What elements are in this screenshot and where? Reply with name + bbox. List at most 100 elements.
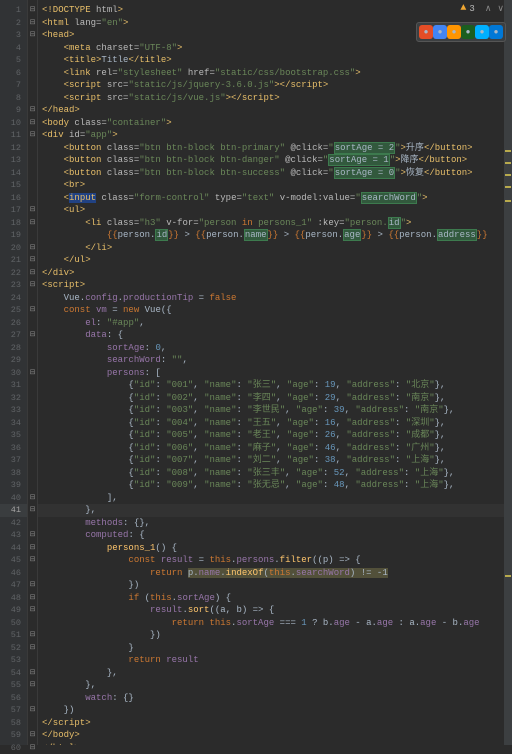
code-line[interactable]: {"id": "004", "name": "王五", "age": 16, "… <box>38 417 512 430</box>
code-line[interactable]: data: { <box>38 329 512 342</box>
fold-toggle-icon[interactable]: ⊟ <box>28 117 37 130</box>
code-line[interactable]: watch: {} <box>38 692 512 705</box>
line-number[interactable]: 29 <box>0 354 27 367</box>
line-number[interactable]: 12 <box>0 142 27 155</box>
line-number[interactable]: 30 <box>0 367 27 380</box>
scrollbar-marker[interactable] <box>505 150 511 152</box>
line-number[interactable]: 59 <box>0 729 27 742</box>
line-number[interactable]: 39 <box>0 479 27 492</box>
scrollbar-marker[interactable] <box>505 200 511 202</box>
line-number[interactable]: 60 <box>0 742 27 754</box>
fold-toggle-icon[interactable]: ⊟ <box>28 554 37 567</box>
line-number[interactable]: 44 <box>0 542 27 555</box>
code-line[interactable]: {"id": "003", "name": "李世民", "age": 39, … <box>38 404 512 417</box>
nav-down-icon[interactable]: ∨ <box>495 4 506 14</box>
line-number[interactable]: 50 <box>0 617 27 630</box>
line-number[interactable]: 40 <box>0 492 27 505</box>
code-content-area[interactable]: <!DOCTYPE html><html lang="en"><head> <m… <box>38 0 512 745</box>
code-line[interactable]: <script> <box>38 279 512 292</box>
line-number[interactable]: 55 <box>0 679 27 692</box>
code-line[interactable]: computed: { <box>38 529 512 542</box>
line-number[interactable]: 6 <box>0 67 27 80</box>
scrollbar-marker[interactable] <box>505 162 511 164</box>
code-line[interactable]: {"id": "005", "name": "老王", "age": 26, "… <box>38 429 512 442</box>
code-line[interactable]: <body class="container"> <box>38 117 512 130</box>
line-number[interactable]: 56 <box>0 692 27 705</box>
fold-toggle-icon[interactable]: ⊟ <box>28 4 37 17</box>
code-line[interactable]: const result = this.persons.filter((p) =… <box>38 554 512 567</box>
code-line[interactable]: return p.name.indexOf(this.searchWord) !… <box>38 567 512 580</box>
browser-opera-icon[interactable]: ● <box>461 25 475 39</box>
line-number[interactable]: 10 <box>0 117 27 130</box>
code-line[interactable]: methods: {}, <box>38 517 512 530</box>
fold-toggle-icon[interactable]: ⊟ <box>28 217 37 230</box>
code-line[interactable]: </script> <box>38 717 512 730</box>
line-number[interactable]: 34 <box>0 417 27 430</box>
line-number[interactable]: 48 <box>0 592 27 605</box>
code-line[interactable]: Vue.config.productionTip = false <box>38 292 512 305</box>
code-line[interactable]: {"id": "002", "name": "李四", "age": 29, "… <box>38 392 512 405</box>
code-line[interactable]: searchWord: "", <box>38 354 512 367</box>
browser-ie-icon[interactable]: ● <box>419 25 433 39</box>
line-number[interactable]: 35 <box>0 429 27 442</box>
fold-toggle-icon[interactable]: ⊟ <box>28 29 37 42</box>
fold-toggle-icon[interactable]: ⊟ <box>28 542 37 555</box>
line-number[interactable]: 27 <box>0 329 27 342</box>
line-number[interactable]: 3 <box>0 29 27 42</box>
code-line[interactable]: } <box>38 642 512 655</box>
line-number[interactable]: 13 <box>0 154 27 167</box>
fold-toggle-icon[interactable]: ⊟ <box>28 679 37 692</box>
fold-toggle-icon[interactable]: ⊟ <box>28 304 37 317</box>
line-number[interactable]: 11 <box>0 129 27 142</box>
line-number[interactable]: 1 <box>0 4 27 17</box>
fold-toggle-icon[interactable]: ⊟ <box>28 579 37 592</box>
code-line[interactable]: persons: [ <box>38 367 512 380</box>
line-number[interactable]: 23 <box>0 279 27 292</box>
code-line[interactable]: }, <box>38 667 512 680</box>
fold-toggle-icon[interactable]: ⊟ <box>28 17 37 30</box>
code-line[interactable]: persons_1() { <box>38 542 512 555</box>
fold-toggle-icon[interactable]: ⊟ <box>28 329 37 342</box>
line-number[interactable]: 4 <box>0 42 27 55</box>
code-line[interactable]: <link rel="stylesheet" href="static/css/… <box>38 67 512 80</box>
fold-toggle-icon[interactable]: ⊟ <box>28 367 37 380</box>
code-line[interactable]: </head> <box>38 104 512 117</box>
fold-toggle-icon[interactable]: ⊟ <box>28 629 37 642</box>
line-number[interactable]: 18 <box>0 217 27 230</box>
line-number[interactable]: 8 <box>0 92 27 105</box>
code-line[interactable]: <meta charset="UTF-8"> <box>38 42 512 55</box>
code-line[interactable]: <div id="app"> <box>38 129 512 142</box>
line-number[interactable]: 16 <box>0 192 27 205</box>
code-line[interactable]: <li class="h3" v-for="person in persons_… <box>38 217 512 230</box>
line-number[interactable]: 20 <box>0 242 27 255</box>
line-number[interactable]: 52 <box>0 642 27 655</box>
fold-toggle-icon[interactable]: ⊟ <box>28 279 37 292</box>
line-number[interactable]: 15 <box>0 179 27 192</box>
code-line[interactable]: {"id": "007", "name": "刘二", "age": 38, "… <box>38 454 512 467</box>
line-number[interactable]: 37 <box>0 454 27 467</box>
code-line[interactable]: ], <box>38 492 512 505</box>
fold-toggle-icon[interactable]: ⊟ <box>28 742 37 754</box>
fold-toggle-icon[interactable]: ⊟ <box>28 254 37 267</box>
browser-firefox-icon[interactable]: ● <box>447 25 461 39</box>
line-number[interactable]: 7 <box>0 79 27 92</box>
line-number[interactable]: 38 <box>0 467 27 480</box>
line-number[interactable]: 42 <box>0 517 27 530</box>
line-number[interactable]: 24 <box>0 292 27 305</box>
fold-column[interactable]: ⊟⊟⊟⊟⊟⊟⊟⊟⊟⊟⊟⊟⊟⊟⊟⊟⊟⊟⊟⊟⊟⊟⊟⊟⊟⊟⊟⊟⊟⊟ <box>28 0 38 745</box>
fold-toggle-icon[interactable]: ⊟ <box>28 729 37 742</box>
code-line[interactable]: </li> <box>38 242 512 255</box>
code-line[interactable]: </body> <box>38 729 512 742</box>
fold-toggle-icon[interactable]: ⊟ <box>28 604 37 617</box>
code-line[interactable]: }) <box>38 629 512 642</box>
code-line[interactable]: if (this.sortAge) { <box>38 592 512 605</box>
line-number[interactable]: 53 <box>0 654 27 667</box>
code-line[interactable]: <button class="btn btn-block btn-success… <box>38 167 512 180</box>
fold-toggle-icon[interactable]: ⊟ <box>28 492 37 505</box>
code-line[interactable]: {"id": "009", "name": "张无忌", "age": 48, … <box>38 479 512 492</box>
code-line[interactable]: <!DOCTYPE html> <box>38 4 512 17</box>
code-line[interactable]: <title>Title</title> <box>38 54 512 67</box>
code-line[interactable]: <br> <box>38 179 512 192</box>
code-line[interactable]: return result <box>38 654 512 667</box>
code-line[interactable]: result.sort((a, b) => { <box>38 604 512 617</box>
